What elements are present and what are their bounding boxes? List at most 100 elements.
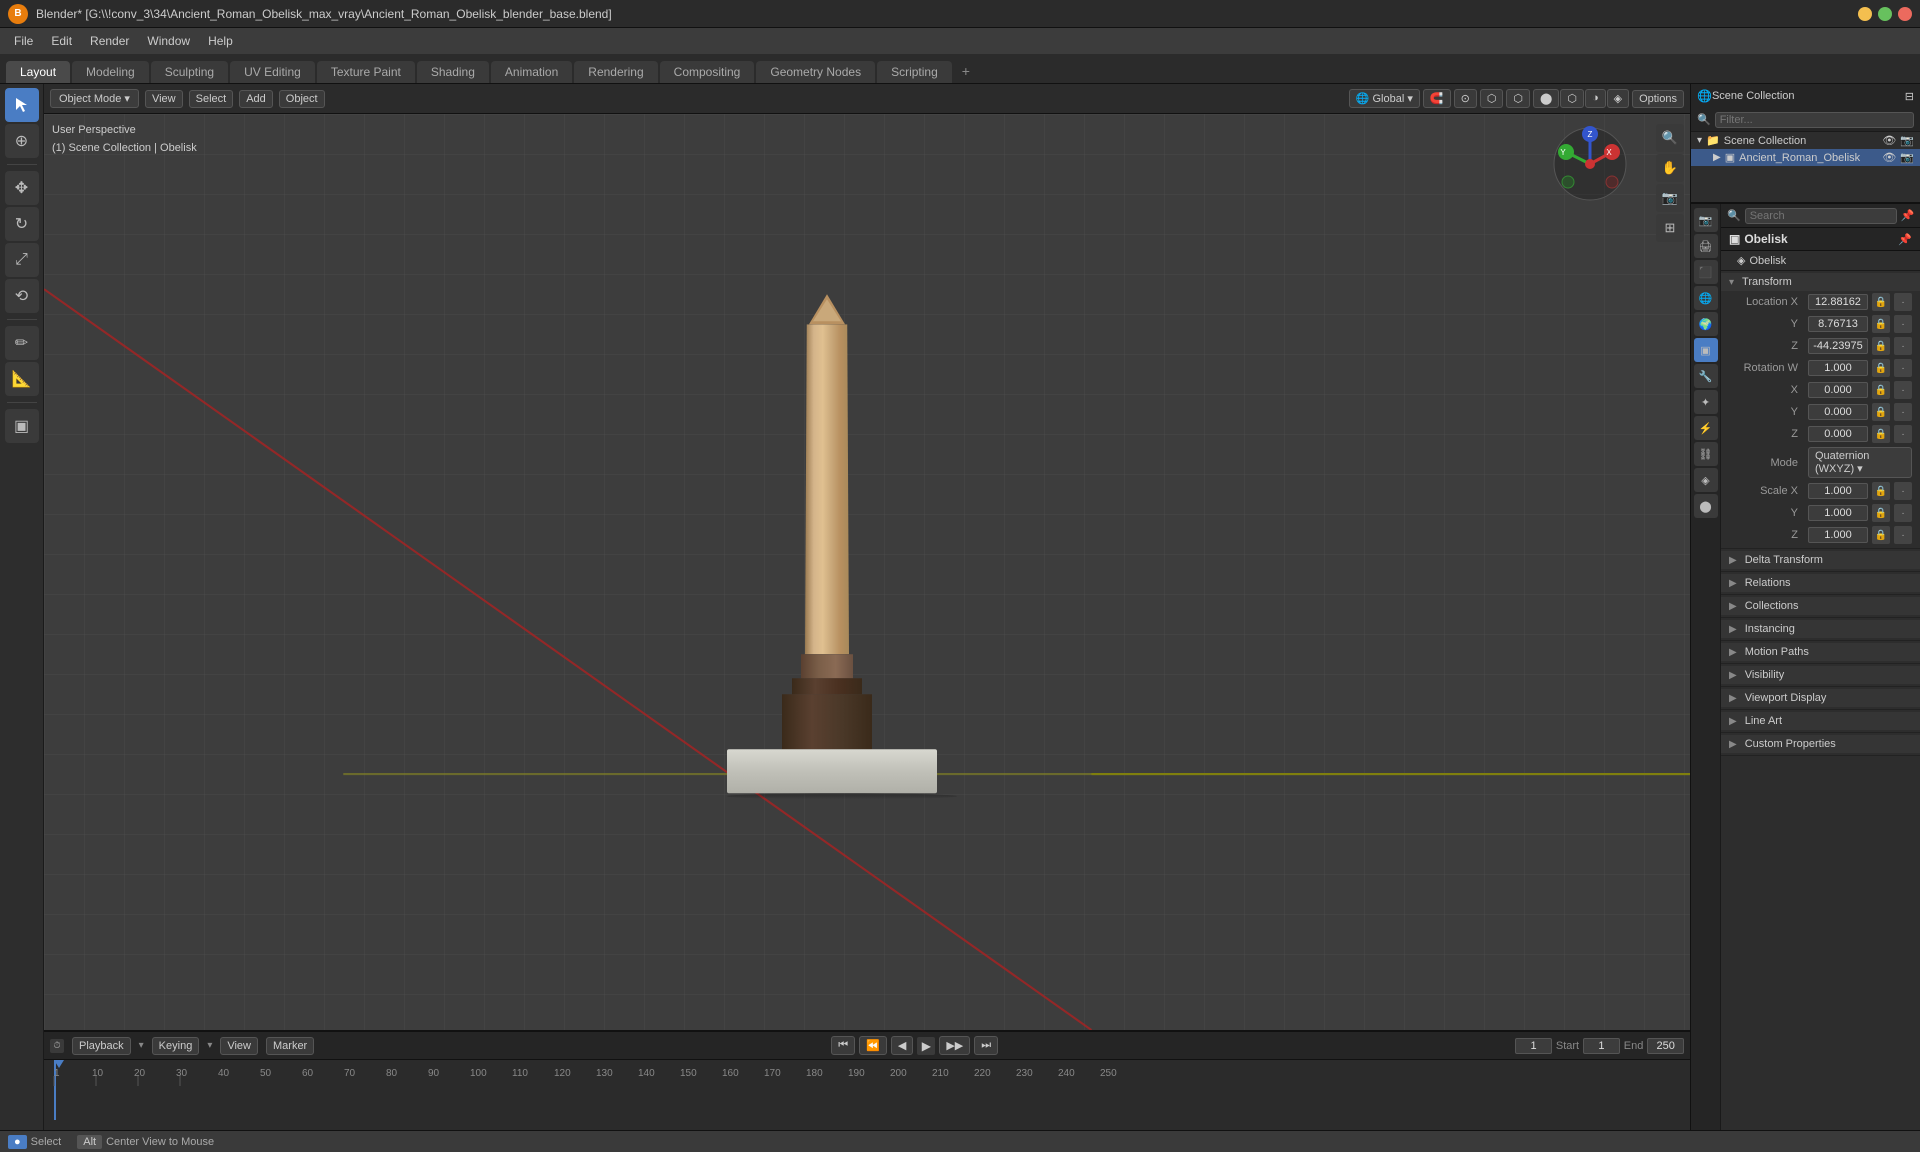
rotation-z-field[interactable]: 0.000 xyxy=(1808,426,1868,442)
location-x-keyframe[interactable]: · xyxy=(1894,293,1912,311)
frame-end-field[interactable]: 250 xyxy=(1647,1038,1684,1054)
jump-start-button[interactable]: ⏮ xyxy=(831,1036,855,1055)
camera-eye-icon[interactable]: 📷 xyxy=(1900,134,1914,147)
delta-transform-title[interactable]: ▶ Delta Transform xyxy=(1721,551,1920,569)
scale-tool-button[interactable]: ⤢ xyxy=(5,243,39,277)
menu-render[interactable]: Render xyxy=(82,32,137,50)
location-z-field[interactable]: -44.23975 xyxy=(1808,338,1868,354)
rotation-z-lock[interactable]: 🔒 xyxy=(1872,425,1890,443)
material-viewport[interactable]: ◑ xyxy=(1585,89,1606,108)
world-props-icon[interactable]: 🌍 xyxy=(1694,312,1718,336)
jump-end-button[interactable]: ⏭ xyxy=(974,1036,998,1055)
move-tool-button[interactable]: ✥ xyxy=(5,171,39,205)
solid-viewport[interactable]: ⬤ xyxy=(1533,89,1559,108)
rotation-z-keyframe[interactable]: · xyxy=(1894,425,1912,443)
prev-frame-button[interactable]: ⏪ xyxy=(859,1036,887,1055)
object-menu[interactable]: Object xyxy=(279,90,325,108)
rotation-y-lock[interactable]: 🔒 xyxy=(1872,403,1890,421)
obelisk-model[interactable] xyxy=(727,294,927,799)
timeline-view-menu[interactable]: View xyxy=(220,1037,258,1055)
rotate-tool-button[interactable]: ↻ xyxy=(5,207,39,241)
tab-sculpting[interactable]: Sculpting xyxy=(151,61,228,83)
transform-tool-button[interactable]: ⟲ xyxy=(5,279,39,313)
pan-icon[interactable]: ✋ xyxy=(1656,154,1684,182)
scale-z-keyframe[interactable]: · xyxy=(1894,526,1912,544)
menu-window[interactable]: Window xyxy=(139,32,198,50)
rotation-y-field[interactable]: 0.000 xyxy=(1808,404,1868,420)
location-z-lock[interactable]: 🔒 xyxy=(1872,337,1890,355)
properties-search-input[interactable] xyxy=(1745,208,1897,224)
next-frame-button[interactable]: ▶▶ xyxy=(939,1036,970,1055)
output-props-icon[interactable]: 🖨 xyxy=(1694,234,1718,258)
proportional-edit[interactable]: ⊙ xyxy=(1454,89,1477,108)
add-cube-button[interactable]: ▣ xyxy=(5,409,39,443)
tab-layout[interactable]: Layout xyxy=(6,61,70,83)
location-y-lock[interactable]: 🔒 xyxy=(1872,315,1890,333)
global-local-toggle[interactable]: 🌐 Global ▾ xyxy=(1349,89,1420,108)
tab-texture-paint[interactable]: Texture Paint xyxy=(317,61,415,83)
marker-menu[interactable]: Marker xyxy=(266,1037,314,1055)
location-x-lock[interactable]: 🔒 xyxy=(1872,293,1890,311)
outliner-filter-icon[interactable]: ⊟ xyxy=(1905,90,1914,103)
add-menu[interactable]: Add xyxy=(239,90,273,108)
render-props-icon[interactable]: 📷 xyxy=(1694,208,1718,232)
object-props-icon[interactable]: ▣ xyxy=(1694,338,1718,362)
rotation-mode-dropdown[interactable]: Quaternion (WXYZ) ▾ xyxy=(1808,447,1912,478)
material-props-icon[interactable]: ⬤ xyxy=(1694,494,1718,518)
properties-pin-icon[interactable]: 📌 xyxy=(1901,209,1915,222)
scale-y-keyframe[interactable]: · xyxy=(1894,504,1912,522)
tab-compositing[interactable]: Compositing xyxy=(660,61,755,83)
tab-uv-editing[interactable]: UV Editing xyxy=(230,61,315,83)
collections-title[interactable]: ▶ Collections xyxy=(1721,597,1920,615)
eye-icon[interactable]: 👁 xyxy=(1882,134,1896,147)
close-button[interactable] xyxy=(1898,7,1912,21)
tab-animation[interactable]: Animation xyxy=(491,61,572,83)
constraint-props-icon[interactable]: ⛓ xyxy=(1694,442,1718,466)
xray-toggle[interactable]: ⬡ xyxy=(1506,89,1530,108)
scale-x-field[interactable]: 1.000 xyxy=(1808,483,1868,499)
object-mode-dropdown[interactable]: Object Mode ▾ xyxy=(50,89,139,108)
scene-props-icon[interactable]: 🌐 xyxy=(1694,286,1718,310)
scale-y-lock[interactable]: 🔒 xyxy=(1872,504,1890,522)
outliner-item-scene-collection[interactable]: ▾ 📁 Scene Collection 👁 📷 xyxy=(1691,132,1920,149)
measure-tool-button[interactable]: 📐 xyxy=(5,362,39,396)
zoom-in-icon[interactable]: 🔍 xyxy=(1656,124,1684,152)
annotate-tool-button[interactable]: ✏ xyxy=(5,326,39,360)
data-props-icon[interactable]: ◈ xyxy=(1694,468,1718,492)
location-z-keyframe[interactable]: · xyxy=(1894,337,1912,355)
wireframe-viewport[interactable]: ⬡ xyxy=(1560,89,1584,108)
rotation-x-field[interactable]: 0.000 xyxy=(1808,382,1868,398)
tab-rendering[interactable]: Rendering xyxy=(574,61,657,83)
eye-visibility-icon[interactable]: 👁 xyxy=(1882,151,1896,164)
line-art-title[interactable]: ▶ Line Art xyxy=(1721,712,1920,730)
viewport-display-title[interactable]: ▶ Viewport Display xyxy=(1721,689,1920,707)
title-bar-controls[interactable] xyxy=(1858,7,1912,21)
render-visibility-icon[interactable]: 📷 xyxy=(1900,151,1914,164)
menu-edit[interactable]: Edit xyxy=(43,32,80,50)
scale-z-field[interactable]: 1.000 xyxy=(1808,527,1868,543)
rotation-w-field[interactable]: 1.000 xyxy=(1808,360,1868,376)
frame-start-field[interactable]: 1 xyxy=(1583,1038,1620,1054)
camera-icon[interactable]: 📷 xyxy=(1656,184,1684,212)
visibility-title[interactable]: ▶ Visibility xyxy=(1721,666,1920,684)
pin-icon[interactable]: 📌 xyxy=(1898,233,1912,246)
custom-properties-title[interactable]: ▶ Custom Properties xyxy=(1721,735,1920,753)
tab-scripting[interactable]: Scripting xyxy=(877,61,952,83)
cursor-tool-button[interactable]: ⊕ xyxy=(5,124,39,158)
location-x-field[interactable]: 12.88162 xyxy=(1808,294,1868,310)
physics-props-icon[interactable]: ⚡ xyxy=(1694,416,1718,440)
location-y-keyframe[interactable]: · xyxy=(1894,315,1912,333)
rotation-x-keyframe[interactable]: · xyxy=(1894,381,1912,399)
snap-toggle[interactable]: 🧲 xyxy=(1423,89,1451,108)
rotation-x-lock[interactable]: 🔒 xyxy=(1872,381,1890,399)
instancing-title[interactable]: ▶ Instancing xyxy=(1721,620,1920,638)
menu-help[interactable]: Help xyxy=(200,32,241,50)
options-button[interactable]: Options xyxy=(1632,90,1684,108)
motion-paths-title[interactable]: ▶ Motion Paths xyxy=(1721,643,1920,661)
tab-shading[interactable]: Shading xyxy=(417,61,489,83)
view-layer-props-icon[interactable]: ⬛ xyxy=(1694,260,1718,284)
scale-z-lock[interactable]: 🔒 xyxy=(1872,526,1890,544)
overlay-toggle[interactable]: ⬡ xyxy=(1480,89,1504,108)
rendered-viewport[interactable]: ◈ xyxy=(1607,89,1629,108)
select-tool-button[interactable] xyxy=(5,88,39,122)
